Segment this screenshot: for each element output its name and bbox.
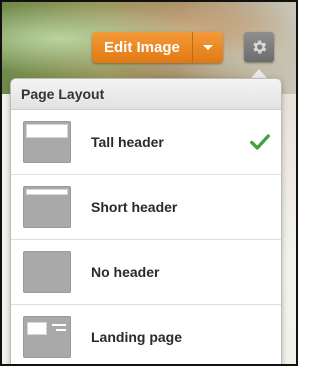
- menu-item-no-header[interactable]: No header: [11, 240, 281, 305]
- edit-image-dropdown-button[interactable]: [192, 32, 223, 63]
- page-background: [280, 94, 296, 364]
- checkmark-icon: [250, 134, 270, 150]
- menu-item-label: Short header: [91, 199, 178, 215]
- landing-page-layout-icon: [23, 316, 71, 358]
- popup-pointer: [251, 69, 267, 78]
- screenshot-frame: Edit Image Page Layout Tall header Short…: [0, 0, 298, 366]
- menu-item-label: No header: [91, 264, 160, 280]
- menu-item-short-header[interactable]: Short header: [11, 175, 281, 240]
- menu-title: Page Layout: [11, 79, 281, 110]
- settings-button[interactable]: [244, 32, 274, 62]
- edit-image-button[interactable]: Edit Image: [92, 32, 193, 63]
- menu-item-label: Tall header: [91, 134, 164, 150]
- short-header-layout-icon: [23, 186, 71, 228]
- menu-item-label: Landing page: [91, 329, 182, 345]
- caret-down-icon: [202, 45, 213, 50]
- tall-header-layout-icon: [23, 121, 71, 163]
- gear-icon: [253, 40, 267, 54]
- page-layout-menu: Page Layout Tall header Short header No …: [10, 78, 282, 364]
- no-header-layout-icon: [23, 251, 71, 293]
- menu-item-landing-page[interactable]: Landing page: [11, 305, 281, 364]
- edit-image-button-group: Edit Image: [92, 32, 223, 63]
- menu-item-tall-header[interactable]: Tall header: [11, 110, 281, 175]
